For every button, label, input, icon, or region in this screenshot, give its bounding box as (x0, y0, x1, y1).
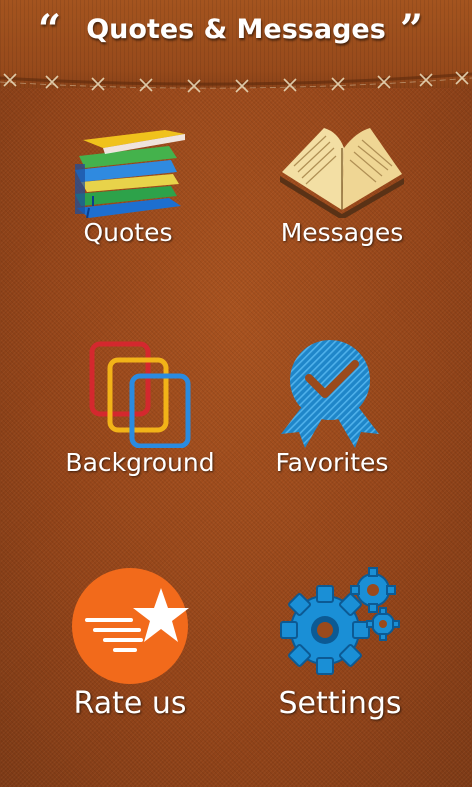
favorites-tile[interactable]: Favorites (232, 338, 432, 477)
stacked-frames-icon (89, 341, 191, 448)
rate-us-tile[interactable]: Rate us (30, 566, 230, 721)
favorites-label: Favorites (275, 448, 389, 477)
award-ribbon-icon (281, 340, 379, 448)
quotes-tile[interactable]: Quotes (28, 118, 228, 247)
rate-us-label: Rate us (73, 686, 187, 721)
settings-label: Settings (278, 686, 402, 721)
quotes-label: Quotes (83, 218, 173, 247)
close-quote-glyph: ” (400, 6, 424, 53)
messages-tile[interactable]: Messages (242, 118, 442, 247)
books-stack-icon (75, 130, 185, 218)
open-quote-glyph: “ (38, 6, 62, 53)
background-label: Background (65, 448, 215, 477)
gears-icon (280, 567, 400, 675)
messages-label: Messages (280, 218, 404, 247)
app-title: Quotes & Messages (86, 14, 386, 45)
stitch-seam (0, 71, 472, 93)
settings-tile[interactable]: Settings (240, 566, 440, 721)
star-badge-icon (72, 568, 189, 684)
open-book-icon (280, 128, 404, 218)
background-tile[interactable]: Background (40, 338, 240, 477)
